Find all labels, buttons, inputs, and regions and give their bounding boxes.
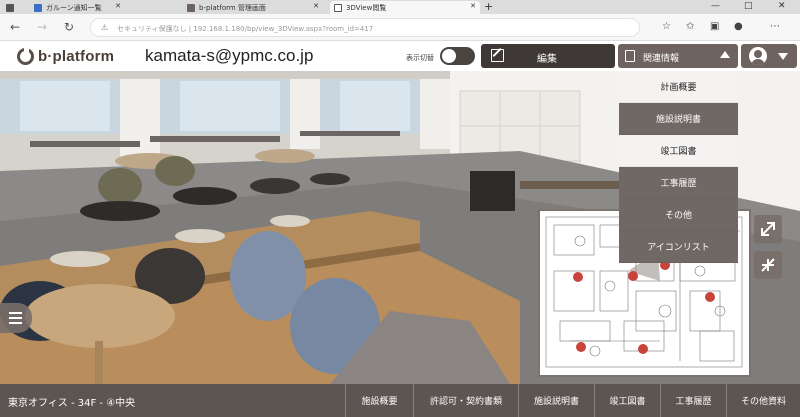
tab-admin[interactable]: b-platform 管理画面 ✕ <box>183 1 323 14</box>
garoon-icon <box>34 4 42 12</box>
tab-label: ガルーン通知一覧 <box>46 4 102 12</box>
new-tab-button[interactable]: + <box>484 0 493 13</box>
favorites-icon[interactable]: ✩ <box>686 21 694 33</box>
dropdown-item-facility-manual[interactable]: 施設説明書 <box>619 103 738 135</box>
footer-nav-label: 竣工図書 <box>609 397 646 407</box>
edit-button[interactable]: 編集 <box>481 44 615 68</box>
profile-icon[interactable]: ● <box>734 21 743 33</box>
back-icon[interactable]: ← <box>10 20 20 34</box>
url-field[interactable]: ⚠ セキュリティ保護なし | 192.168.1.180/bp/view_3DV… <box>90 18 640 37</box>
edit-icon <box>491 49 504 62</box>
document-icon <box>334 4 342 12</box>
app-header: b·platform kamata-s@ypmc.co.jp 表示切替 編集 関… <box>0 41 800 71</box>
display-toggle[interactable] <box>440 47 475 65</box>
close-icon[interactable]: ✕ <box>313 2 319 10</box>
user-email: kamata-s@ypmc.co.jp <box>145 46 314 65</box>
current-location: 東京オフィス - 34F - ④中央 <box>8 398 136 409</box>
tab-notifications[interactable]: ガルーン通知一覧 ✕ <box>30 1 125 14</box>
tab-label: 3DView閲覧 <box>346 4 387 12</box>
footer-nav-label: 許認可・契約書類 <box>429 397 502 407</box>
location-pin-icon[interactable] <box>628 271 638 281</box>
dropdown-item-label: 工事履歴 <box>660 179 697 189</box>
related-info-button[interactable]: 関連情報 <box>618 44 738 68</box>
url-text: セキュリティ保護なし | 192.168.1.180/bp/view_3DVie… <box>117 25 374 33</box>
related-info-dropdown: 計画概要 施設説明書 竣工図書 工事履歴 その他 アイコンリスト <box>619 71 738 263</box>
user-menu-button[interactable] <box>741 44 797 68</box>
dropdown-item-label: 竣工図書 <box>660 147 697 157</box>
footer-nav-other-docs[interactable]: その他資料 <box>726 384 800 417</box>
logo[interactable]: b·platform <box>17 46 115 65</box>
footer-nav-label: 工事履歴 <box>675 397 712 407</box>
chevron-down-icon <box>778 53 788 60</box>
dropdown-item-label: 施設説明書 <box>655 115 701 125</box>
hamburger-menu-button[interactable] <box>0 303 32 333</box>
collapse-icon[interactable] <box>754 251 782 279</box>
location-pin-icon[interactable] <box>705 292 715 302</box>
dropdown-item-label: 計画概要 <box>660 83 697 93</box>
footer-nav-permits-contracts[interactable]: 許認可・契約書類 <box>413 384 518 417</box>
more-icon[interactable]: ⋯ <box>770 21 780 33</box>
bplatform-icon <box>187 4 195 12</box>
logo-icon <box>17 46 34 65</box>
footer-nav-facility-manual[interactable]: 施設説明書 <box>518 384 594 417</box>
toggle-knob <box>442 49 456 63</box>
address-bar-row: ← → ↻ ⚠ セキュリティ保護なし | 192.168.1.180/bp/vi… <box>0 14 800 41</box>
dropdown-item-icon-list[interactable]: アイコンリスト <box>619 231 738 263</box>
close-icon[interactable]: ✕ <box>115 2 121 10</box>
location-pin-icon[interactable] <box>638 344 648 354</box>
menu-line <box>9 322 22 324</box>
chevron-up-icon <box>720 51 730 58</box>
display-toggle-label: 表示切替 <box>406 54 434 62</box>
browser-tab-strip: ガルーン通知一覧 ✕ b-platform 管理画面 ✕ 3DView閲覧 ✕ … <box>0 0 800 14</box>
footer-nav-label: 施設説明書 <box>533 397 579 407</box>
reload-icon[interactable]: ↻ <box>64 20 74 34</box>
footer-nav-label: その他資料 <box>740 397 786 407</box>
collections-icon[interactable]: ▣ <box>710 21 719 33</box>
browser-menu-tab[interactable] <box>0 1 22 14</box>
menu-line <box>9 317 22 319</box>
window-icon <box>6 4 14 12</box>
logo-text: b·platform <box>38 47 115 65</box>
avatar-icon <box>749 47 767 65</box>
footer-nav-construction-history[interactable]: 工事履歴 <box>660 384 726 417</box>
dropdown-item-label: その他 <box>664 211 692 221</box>
related-info-label: 関連情報 <box>643 54 680 64</box>
expand-icon[interactable] <box>754 215 782 243</box>
close-icon[interactable]: ✕ <box>470 2 476 10</box>
bottom-bar: 東京オフィス - 34F - ④中央 施設概要 許認可・契約書類 施設説明書 竣… <box>0 384 800 417</box>
tab-label: b-platform 管理画面 <box>199 4 266 12</box>
document-icon <box>625 50 635 62</box>
maximize-button[interactable]: □ <box>744 0 753 13</box>
close-window-button[interactable]: ✕ <box>778 0 786 13</box>
warning-icon: ⚠ <box>101 23 109 32</box>
footer-nav-label: 施設概要 <box>361 397 398 407</box>
footer-nav-facility-overview[interactable]: 施設概要 <box>345 384 413 417</box>
favorite-star-icon[interactable]: ☆ <box>662 21 671 33</box>
tab-3dview[interactable]: 3DView閲覧 ✕ <box>330 1 480 14</box>
minimize-button[interactable]: — <box>711 0 720 13</box>
dropdown-item-other[interactable]: その他 <box>619 199 738 231</box>
dropdown-item-plan-overview[interactable]: 計画概要 <box>619 71 738 103</box>
menu-line <box>9 312 22 314</box>
location-pin-icon[interactable] <box>576 342 586 352</box>
edit-button-label: 編集 <box>537 54 557 65</box>
dropdown-item-construction-history[interactable]: 工事履歴 <box>619 167 738 199</box>
footer-nav-completion-docs[interactable]: 竣工図書 <box>594 384 660 417</box>
dropdown-item-label: アイコンリスト <box>647 243 710 253</box>
forward-icon[interactable]: → <box>37 20 47 34</box>
dropdown-item-completion-docs[interactable]: 竣工図書 <box>619 135 738 167</box>
location-pin-icon[interactable] <box>573 272 583 282</box>
